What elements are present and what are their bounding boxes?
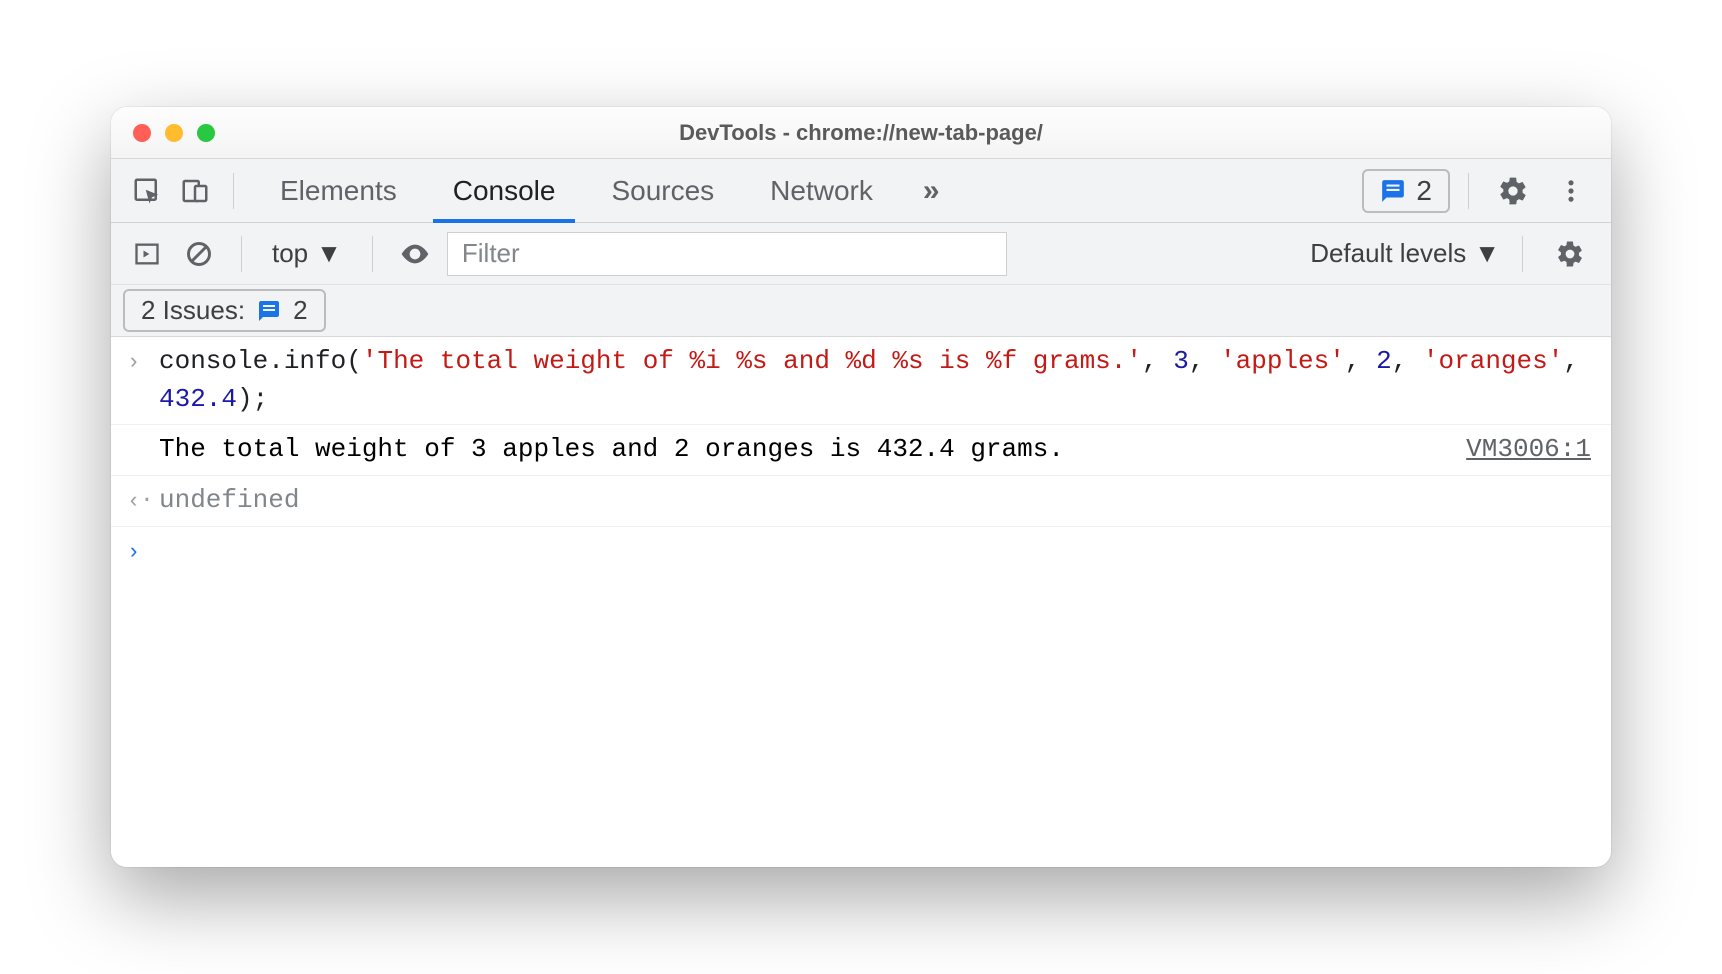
issues-label: 2 Issues:	[141, 295, 245, 326]
console-prompt-row[interactable]: ›	[111, 527, 1611, 575]
more-options-icon[interactable]	[1547, 177, 1595, 205]
main-tabs-row: ElementsConsoleSourcesNetwork » 2	[111, 159, 1611, 223]
divider	[1522, 236, 1523, 272]
prompt-caret-icon: ›	[127, 533, 159, 569]
log-levels-selector[interactable]: Default levels ▼	[1310, 238, 1500, 269]
tab-network[interactable]: Network	[742, 159, 901, 223]
context-selector[interactable]: top ▼	[264, 234, 350, 273]
more-tabs-button[interactable]: »	[909, 174, 954, 208]
console-input-code[interactable]: console.info('The total weight of %i %s …	[159, 343, 1591, 418]
maximize-window-button[interactable]	[197, 124, 215, 142]
levels-label: Default levels	[1310, 238, 1466, 269]
settings-gear-icon[interactable]	[1487, 175, 1539, 207]
devtools-window: DevTools - chrome://new-tab-page/ Elemen…	[111, 107, 1611, 867]
console-input-row: › console.info('The total weight of %i %…	[111, 337, 1611, 425]
issues-row: 2 Issues: 2	[111, 285, 1611, 337]
issues-counter-badge[interactable]: 2	[1362, 169, 1450, 213]
inspect-element-icon[interactable]	[127, 171, 167, 211]
issues-icon	[257, 299, 281, 323]
console-output-row: The total weight of 3 apples and 2 orang…	[111, 425, 1611, 476]
window-title: DevTools - chrome://new-tab-page/	[111, 120, 1611, 146]
tabs: ElementsConsoleSourcesNetwork	[252, 159, 901, 223]
clear-console-icon[interactable]	[179, 234, 219, 274]
console-toolbar: top ▼ Default levels ▼	[111, 223, 1611, 285]
toggle-sidebar-icon[interactable]	[127, 234, 167, 274]
minimize-window-button[interactable]	[165, 124, 183, 142]
issues-chip[interactable]: 2 Issues: 2	[123, 289, 326, 332]
filter-input[interactable]	[447, 232, 1007, 276]
context-label: top	[272, 238, 308, 269]
live-expression-eye-icon[interactable]	[395, 234, 435, 274]
console-output-text: The total weight of 3 apples and 2 orang…	[159, 431, 1442, 469]
console-settings-gear-icon[interactable]	[1545, 239, 1595, 269]
console-return-row: ›⋅ undefined	[111, 476, 1611, 527]
console-return-value: undefined	[159, 482, 1591, 520]
issues-count: 2	[293, 295, 307, 326]
source-link[interactable]: VM3006:1	[1466, 431, 1591, 469]
device-toggle-icon[interactable]	[175, 171, 215, 211]
dropdown-caret-icon: ▼	[316, 238, 342, 269]
dropdown-caret-icon: ▼	[1474, 238, 1500, 269]
tab-console[interactable]: Console	[425, 159, 584, 223]
divider	[1468, 173, 1469, 209]
console-body: › console.info('The total weight of %i %…	[111, 337, 1611, 867]
output-gutter	[127, 431, 159, 435]
titlebar: DevTools - chrome://new-tab-page/	[111, 107, 1611, 159]
divider	[233, 173, 234, 209]
input-caret-icon: ›	[127, 343, 159, 379]
return-caret-icon: ›⋅	[127, 482, 159, 518]
divider	[372, 236, 373, 272]
traffic-lights	[133, 124, 215, 142]
close-window-button[interactable]	[133, 124, 151, 142]
tab-sources[interactable]: Sources	[583, 159, 742, 223]
issues-count: 2	[1416, 175, 1432, 207]
tab-elements[interactable]: Elements	[252, 159, 425, 223]
divider	[241, 236, 242, 272]
issues-icon	[1380, 178, 1406, 204]
